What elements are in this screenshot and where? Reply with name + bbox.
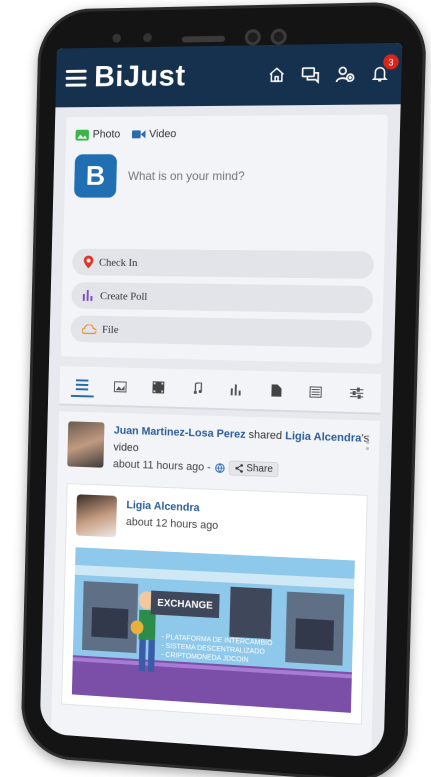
- image-icon: [114, 381, 127, 392]
- check-in-label: Check In: [98, 256, 138, 269]
- share-button[interactable]: Share: [228, 460, 280, 478]
- tab-files[interactable]: [264, 378, 289, 403]
- photo-button[interactable]: Photo: [75, 129, 120, 141]
- menu-icon[interactable]: [65, 69, 87, 87]
- shared-author-avatar[interactable]: [75, 494, 118, 538]
- map-pin-icon: [83, 255, 94, 269]
- file-button[interactable]: File: [70, 315, 373, 349]
- post-input[interactable]: [125, 167, 324, 185]
- exchange-sign: EXCHANGE: [150, 590, 220, 619]
- bar-chart-icon: [230, 383, 241, 396]
- create-poll-button[interactable]: Create Poll: [71, 281, 374, 314]
- sliders-icon: [350, 387, 364, 399]
- text-lines-icon: [310, 386, 322, 397]
- photo-icon: [75, 129, 90, 141]
- earpiece-speaker: [181, 35, 226, 43]
- file-icon: [270, 384, 282, 397]
- user-avatar: B: [73, 154, 118, 198]
- app-logo[interactable]: BiJust: [94, 59, 186, 94]
- file-label: File: [101, 323, 119, 336]
- post-header: Juan Martinez-Losa Perez shared Ligia Al…: [67, 421, 369, 480]
- share-label: Share: [246, 463, 273, 476]
- list-icon: [76, 378, 89, 390]
- author-link[interactable]: Juan Martinez-Losa Perez: [114, 425, 246, 441]
- tab-videos[interactable]: [147, 375, 171, 399]
- tab-music[interactable]: [185, 376, 209, 401]
- tab-filters[interactable]: [344, 380, 369, 405]
- shared-author-name[interactable]: Ligia Alcendra: [126, 499, 219, 515]
- tab-all-posts[interactable]: [70, 373, 95, 398]
- shared-post-card: Ligia Alcendra about 12 hours ago EXCHAN…: [61, 483, 368, 725]
- film-icon: [152, 381, 165, 394]
- video-thumbnail[interactable]: EXCHANGE - PLATAFORMA DE INTERCAMBIO - S…: [71, 547, 355, 713]
- create-poll-label: Create Poll: [99, 289, 148, 303]
- front-camera: [270, 28, 287, 46]
- video-button[interactable]: Video: [131, 128, 177, 141]
- video-label: Video: [148, 128, 177, 141]
- shared-post-timestamp: about 12 hours ago: [125, 516, 219, 533]
- post-timestamp: about 11 hours ago -: [112, 457, 211, 474]
- news-feed: Juan Martinez-Losa Perez shared Ligia Al…: [50, 411, 381, 758]
- messages-icon[interactable]: [299, 63, 322, 86]
- author-avatar[interactable]: [67, 421, 105, 468]
- sensor-dot: [143, 33, 152, 43]
- post-composer: Photo Video B Check In Cr: [60, 114, 389, 364]
- shared-author-link[interactable]: Ligia Alcendra: [285, 430, 362, 445]
- notifications-icon[interactable]: 3: [368, 54, 399, 85]
- cloud-icon: [82, 324, 97, 334]
- phone-frame: BiJust 3 Photo Video B What is on your m…: [20, 1, 428, 777]
- feed-filter-tabs: [59, 366, 382, 415]
- tab-articles[interactable]: [304, 379, 329, 404]
- globe-icon: [214, 462, 225, 473]
- front-camera: [244, 29, 261, 46]
- notification-badge: 3: [383, 54, 399, 70]
- app-screen: BiJust 3 Photo Video B What is on your m…: [39, 42, 403, 758]
- video-camera-icon: [131, 130, 146, 139]
- add-friend-icon[interactable]: [334, 63, 357, 86]
- post-action-text: shared: [248, 428, 283, 443]
- share-icon: [234, 464, 243, 473]
- sensor-dot: [112, 33, 122, 43]
- tab-polls[interactable]: [224, 377, 248, 402]
- post-options-icon[interactable]: [365, 434, 370, 451]
- home-icon[interactable]: [265, 64, 288, 86]
- top-navigation-bar: BiJust 3: [55, 42, 403, 108]
- check-in-button[interactable]: Check In: [72, 248, 375, 279]
- video-scene: [71, 547, 355, 713]
- tab-photos[interactable]: [109, 374, 133, 398]
- stage: BiJust 3 Photo Video B What is on your m…: [0, 0, 431, 777]
- music-note-icon: [192, 382, 203, 394]
- bar-chart-icon: [82, 290, 93, 301]
- photo-label: Photo: [92, 128, 121, 141]
